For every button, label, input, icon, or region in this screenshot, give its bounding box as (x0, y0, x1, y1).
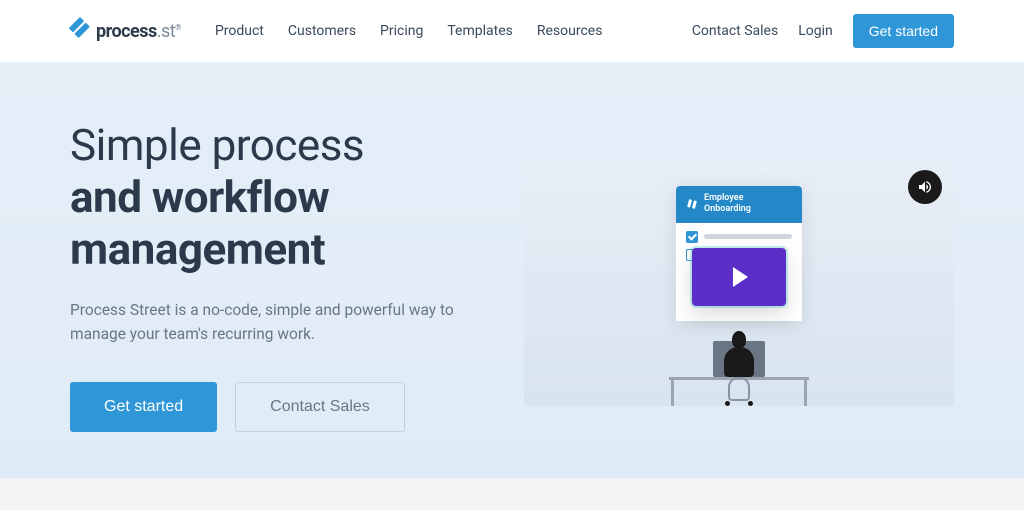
card-title: Employee Onboarding (704, 193, 792, 216)
hero-media-column: Employee Onboarding (524, 120, 954, 438)
nav-link-pricing[interactable]: Pricing (380, 23, 423, 39)
logo-mark-icon (66, 17, 94, 45)
hero-section: Simple process and workflow management P… (0, 62, 1024, 478)
nav-contact-sales[interactable]: Contact Sales (692, 23, 778, 39)
headline-line3: management (70, 223, 325, 275)
nav-link-resources[interactable]: Resources (537, 23, 603, 39)
play-button[interactable] (692, 248, 786, 306)
checklist-row (686, 231, 792, 243)
video-preview[interactable]: Employee Onboarding (524, 158, 954, 406)
speaker-icon (917, 179, 933, 195)
card-logo-icon (686, 198, 698, 210)
hero-get-started-button[interactable]: Get started (70, 382, 217, 432)
nav-login[interactable]: Login (798, 23, 833, 39)
nav-link-product[interactable]: Product (215, 23, 264, 39)
logo-suffix: .st (157, 21, 175, 42)
brand-logo[interactable]: process.st® (70, 21, 181, 42)
top-navbar: process.st® Product Customers Pricing Te… (0, 0, 1024, 62)
hero-contact-sales-button[interactable]: Contact Sales (235, 382, 405, 432)
logo-text: process.st® (96, 21, 181, 42)
hero-cta-group: Get started Contact Sales (70, 382, 474, 432)
hero-text-column: Simple process and workflow management P… (70, 120, 474, 438)
card-header: Employee Onboarding (676, 186, 802, 223)
mute-button[interactable] (908, 170, 942, 204)
placeholder-line (704, 234, 792, 239)
footer-strip (0, 478, 1024, 510)
nav-links-group: Product Customers Pricing Templates Reso… (215, 23, 603, 39)
nav-link-templates[interactable]: Templates (447, 23, 513, 39)
hero-subtext: Process Street is a no-code, simple and … (70, 298, 474, 346)
logo-primary: process (96, 21, 157, 42)
checkbox-checked-icon (686, 231, 698, 243)
nav-get-started-button[interactable]: Get started (853, 14, 954, 48)
hero-headline: Simple process and workflow management (70, 120, 474, 276)
illustration-desk (524, 306, 954, 406)
headline-line1: Simple process (70, 119, 364, 171)
nav-right-group: Contact Sales Login Get started (692, 14, 954, 48)
play-icon (733, 267, 748, 287)
headline-line2: and workflow (70, 171, 329, 223)
nav-link-customers[interactable]: Customers (288, 23, 356, 39)
